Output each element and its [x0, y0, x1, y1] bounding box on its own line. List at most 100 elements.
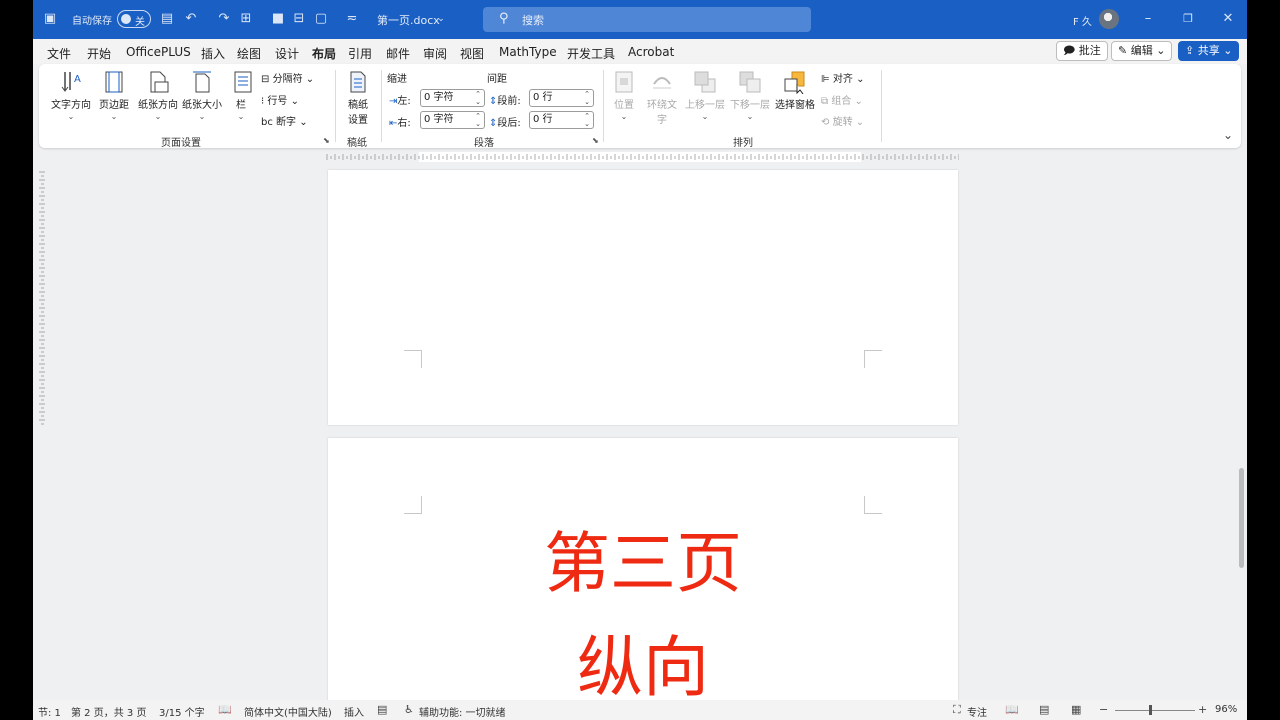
- breaks-button[interactable]: ⊟ 分隔符 ⌄: [261, 70, 314, 85]
- tab-home[interactable]: 开始: [87, 45, 111, 62]
- tab-view[interactable]: 视图: [460, 45, 484, 62]
- undo-icon[interactable]: ↶: [183, 11, 199, 27]
- accessibility-status[interactable]: 辅助功能: 一切就绪: [419, 704, 506, 719]
- macro-icon[interactable]: ▤: [377, 703, 387, 716]
- send-backward-button[interactable]: 下移一层 ⌄: [728, 70, 772, 121]
- tab-review[interactable]: 审阅: [423, 45, 447, 62]
- spacing-before-field[interactable]: 0 行 ⌃ ⌄: [529, 89, 594, 107]
- tab-officeplus[interactable]: OfficePLUS: [126, 45, 191, 59]
- accessibility-icon[interactable]: ♿: [404, 703, 414, 716]
- language-indicator[interactable]: 简体中文(中国大陆): [244, 704, 332, 719]
- line-numbers-button[interactable]: ⁝ 行号 ⌄: [261, 92, 299, 107]
- tab-insert[interactable]: 插入: [201, 45, 225, 62]
- vertical-scrollbar[interactable]: [1239, 468, 1244, 568]
- collapse-ribbon-icon[interactable]: ⌄: [1223, 128, 1233, 142]
- wrap-text-label-2: 字: [657, 115, 667, 126]
- group-divider: [603, 70, 604, 142]
- tab-mathtype[interactable]: MathType: [499, 45, 557, 59]
- tab-mailings[interactable]: 邮件: [386, 45, 410, 62]
- zoom-slider-thumb[interactable]: [1149, 705, 1152, 715]
- redo-icon[interactable]: ↷: [216, 11, 232, 27]
- autosave-state: 关: [135, 17, 145, 28]
- app-icon[interactable]: ▣: [42, 11, 58, 27]
- text-direction-button[interactable]: A 文字方向 ⌄: [45, 70, 97, 121]
- dialog-launcher-icon[interactable]: ⬊: [323, 136, 330, 145]
- size-button[interactable]: 纸张大小 ⌄: [179, 70, 225, 121]
- close-icon[interactable]: ✕: [1218, 9, 1238, 29]
- vertical-ruler[interactable]: [37, 170, 47, 430]
- minimize-icon[interactable]: –: [1138, 9, 1158, 29]
- zoom-out-icon[interactable]: −: [1099, 703, 1108, 716]
- spacing-before-label: ⇕段前:: [489, 96, 521, 107]
- insert-mode[interactable]: 插入: [344, 704, 364, 719]
- tab-file[interactable]: 文件: [47, 45, 71, 62]
- page-3[interactable]: 第三页 纵向: [328, 438, 958, 708]
- customize-qat-icon[interactable]: ≂: [344, 11, 360, 27]
- selection-pane-button[interactable]: 选择窗格: [773, 70, 817, 111]
- spacing-after-field[interactable]: 0 行 ⌃ ⌄: [529, 111, 594, 129]
- restore-icon[interactable]: ❐: [1178, 9, 1198, 29]
- align-button[interactable]: ⊫ 对齐 ⌄: [821, 70, 864, 85]
- spinner-icon[interactable]: ⌃ ⌄: [584, 112, 590, 128]
- page-indicator[interactable]: 第 2 页，共 3 页: [71, 704, 146, 719]
- group-divider: [881, 70, 882, 142]
- columns-button[interactable]: 栏 ⌄: [231, 70, 252, 121]
- rotate-button[interactable]: ⟲ 旋转 ⌄: [821, 113, 864, 128]
- word-count[interactable]: 3/15 个字: [159, 704, 205, 719]
- page3-heading[interactable]: 第三页: [328, 524, 958, 604]
- spacing-before-value: 0 行: [533, 92, 553, 103]
- print-layout-icon[interactable]: ▤: [1039, 703, 1049, 716]
- document-title[interactable]: 第一页.docx: [377, 12, 440, 28]
- shape-icon[interactable]: ■: [270, 11, 286, 27]
- focus-label[interactable]: 专注: [967, 704, 987, 719]
- horizontal-ruler[interactable]: [325, 152, 959, 162]
- section-indicator[interactable]: 节: 1: [38, 704, 61, 719]
- bring-forward-button[interactable]: 上移一层 ⌄: [683, 70, 727, 121]
- indent-right-field[interactable]: 0 字符 ⌃ ⌄: [420, 111, 485, 129]
- tab-design[interactable]: 设计: [275, 45, 299, 62]
- margins-button[interactable]: 页边距 ⌄: [95, 70, 133, 121]
- spinner-icon[interactable]: ⌃ ⌄: [475, 90, 481, 106]
- focus-icon[interactable]: ⛶: [953, 703, 961, 717]
- zoom-level[interactable]: 96%: [1215, 704, 1237, 715]
- tab-layout[interactable]: 布局: [312, 45, 337, 67]
- indent-left-field[interactable]: 0 字符 ⌃ ⌄: [420, 89, 485, 107]
- read-mode-icon[interactable]: 📖: [1005, 703, 1019, 716]
- picture-icon[interactable]: ▢: [313, 11, 329, 27]
- chevron-down-icon: ⌄: [1223, 44, 1233, 57]
- tab-references[interactable]: 引用: [348, 45, 372, 62]
- spacing-after-value: 0 行: [533, 114, 553, 125]
- group-label-page-setup: 页面设置: [161, 138, 201, 149]
- wrap-text-button[interactable]: 环绕文 字: [643, 70, 681, 126]
- chevron-down-icon: ⌄: [110, 112, 118, 121]
- chevron-down-icon[interactable]: ⌄: [433, 11, 449, 27]
- comments-button[interactable]: 🗩 批注: [1056, 41, 1108, 61]
- hyphenation-button[interactable]: bc 断字 ⌄: [261, 113, 308, 128]
- user-name[interactable]: F 久: [1073, 13, 1092, 28]
- save-icon[interactable]: ▤: [159, 11, 175, 27]
- spinner-icon[interactable]: ⌃ ⌄: [584, 90, 590, 106]
- position-button[interactable]: 位置 ⌄: [609, 70, 639, 121]
- orientation-button[interactable]: 纸张方向 ⌄: [135, 70, 181, 121]
- avatar[interactable]: [1099, 9, 1119, 29]
- group-objects-button[interactable]: ⧉ 组合 ⌄: [821, 92, 863, 107]
- page-2[interactable]: [328, 170, 958, 425]
- share-button[interactable]: ⇪ 共享 ⌄: [1178, 41, 1240, 61]
- dialog-launcher-icon[interactable]: ⬊: [592, 136, 599, 145]
- zoom-in-icon[interactable]: +: [1198, 703, 1207, 716]
- editing-button[interactable]: ✎ 编辑 ⌄: [1111, 41, 1173, 61]
- tab-developer[interactable]: 开发工具: [567, 45, 615, 62]
- spinner-icon[interactable]: ⌃ ⌄: [475, 112, 481, 128]
- page3-subheading[interactable]: 纵向: [328, 628, 958, 708]
- web-layout-icon[interactable]: ▦: [1071, 703, 1081, 716]
- tab-acrobat[interactable]: Acrobat: [628, 45, 674, 59]
- search-box[interactable]: ⚲ 搜索: [483, 7, 811, 32]
- manuscript-setup-button[interactable]: 稿纸 设置: [341, 70, 375, 126]
- tab-draw[interactable]: 绘图: [237, 45, 261, 62]
- grid-icon[interactable]: ⊟: [291, 11, 307, 27]
- zoom-slider[interactable]: [1115, 710, 1195, 711]
- proofing-icon[interactable]: 📖: [218, 703, 232, 716]
- group-divider: [335, 70, 336, 142]
- autosave-toggle[interactable]: 关: [117, 10, 151, 28]
- table-icon[interactable]: ⊞: [238, 11, 254, 27]
